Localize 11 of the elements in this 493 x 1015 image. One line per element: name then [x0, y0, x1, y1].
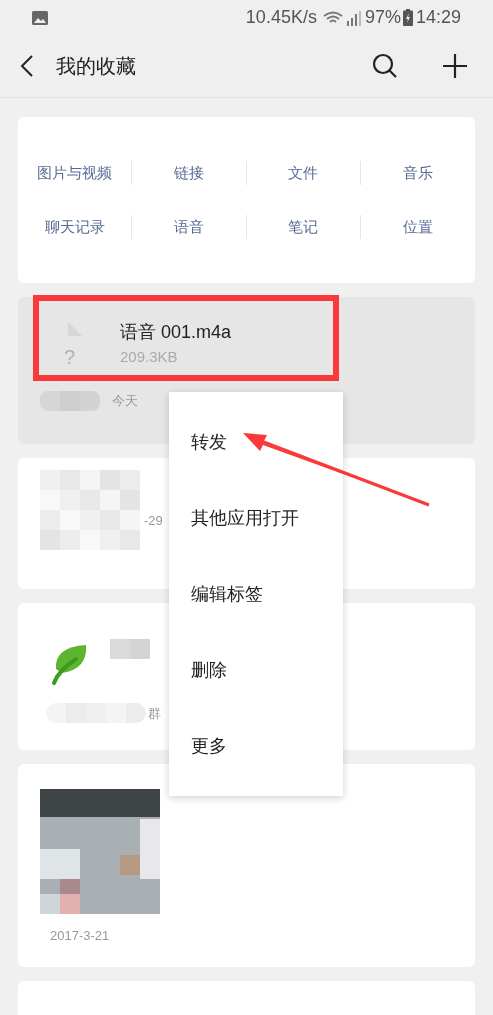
- page-title: 我的收藏: [56, 54, 137, 79]
- network-speed: 10.45K/s: [245, 6, 317, 29]
- file-name: 语音 001.m4a: [120, 321, 232, 344]
- battery-percent: 97%: [364, 6, 401, 29]
- date-label: 2017-3-21: [49, 927, 111, 945]
- question-mark: ?: [64, 344, 76, 370]
- date-label: -29: [144, 511, 163, 530]
- clock: 14:29: [415, 6, 461, 29]
- date-label: 今天: [112, 391, 138, 410]
- file-size: 209.3KB: [120, 347, 179, 367]
- date-label: 群: [148, 704, 161, 723]
